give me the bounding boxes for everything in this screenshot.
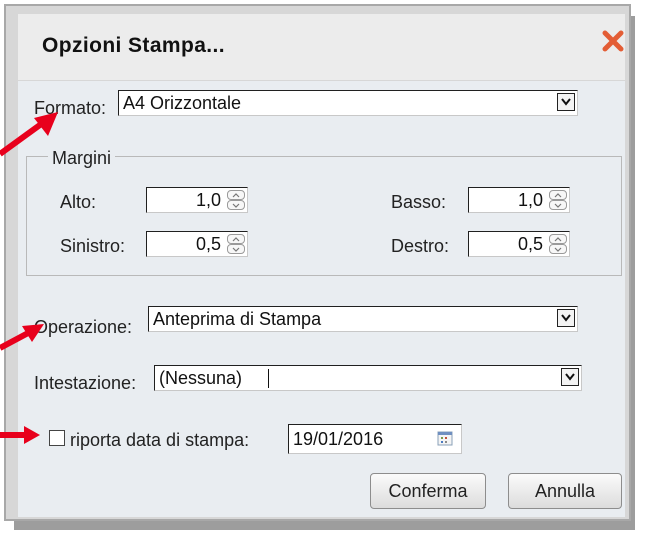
operazione-select[interactable]: Anteprima di Stampa	[148, 306, 578, 332]
chevron-down-icon[interactable]	[561, 368, 579, 386]
spinner-arrows-icon[interactable]	[549, 190, 567, 210]
operazione-value: Anteprima di Stampa	[153, 309, 322, 329]
text-caret	[268, 369, 269, 388]
calendar-icon[interactable]	[437, 430, 453, 446]
basso-value: 1,0	[517, 190, 543, 210]
confirm-button[interactable]: Conferma	[370, 473, 486, 509]
dialog-title: Opzioni Stampa...	[42, 34, 225, 57]
spinner-arrows-icon[interactable]	[227, 190, 245, 210]
sinistro-value: 0,5	[195, 234, 221, 254]
chevron-down-icon[interactable]	[557, 93, 575, 111]
destro-spinner[interactable]: 0,5	[468, 231, 570, 257]
basso-spinner[interactable]: 1,0	[468, 187, 570, 213]
sinistro-label: Sinistro:	[60, 236, 126, 256]
close-icon[interactable]	[598, 26, 628, 56]
basso-label: Basso:	[391, 192, 447, 212]
annotation-arrow-icon	[0, 324, 44, 351]
data-stampa-checkbox[interactable]	[49, 430, 65, 446]
data-stampa-label: riporta data di stampa:	[70, 430, 250, 450]
intestazione-select[interactable]: (Nessuna)	[154, 365, 582, 391]
alto-label: Alto:	[60, 192, 97, 212]
sinistro-spinner[interactable]: 0,5	[146, 231, 248, 257]
cancel-button[interactable]: Annulla	[508, 473, 622, 509]
spinner-arrows-icon[interactable]	[227, 234, 245, 254]
destro-label: Destro:	[391, 236, 450, 256]
operazione-label: Operazione:	[34, 317, 133, 337]
data-stampa-value: 19/01/2016	[293, 429, 384, 449]
dialog-titlebar: Opzioni Stampa...	[18, 14, 625, 80]
annotation-arrow-icon	[0, 426, 40, 444]
alto-value: 1,0	[195, 190, 221, 210]
data-stampa-field[interactable]: 19/01/2016	[288, 424, 462, 454]
formato-value: A4 Orizzontale	[123, 93, 242, 113]
formato-select[interactable]: A4 Orizzontale	[118, 90, 578, 116]
destro-value: 0,5	[517, 234, 543, 254]
alto-spinner[interactable]: 1,0	[146, 187, 248, 213]
chevron-down-icon[interactable]	[557, 309, 575, 327]
intestazione-value: (Nessuna)	[159, 368, 243, 388]
spinner-arrows-icon[interactable]	[549, 234, 567, 254]
intestazione-label: Intestazione:	[34, 373, 137, 393]
annotation-arrow-icon	[0, 112, 58, 157]
margini-group	[26, 156, 622, 276]
